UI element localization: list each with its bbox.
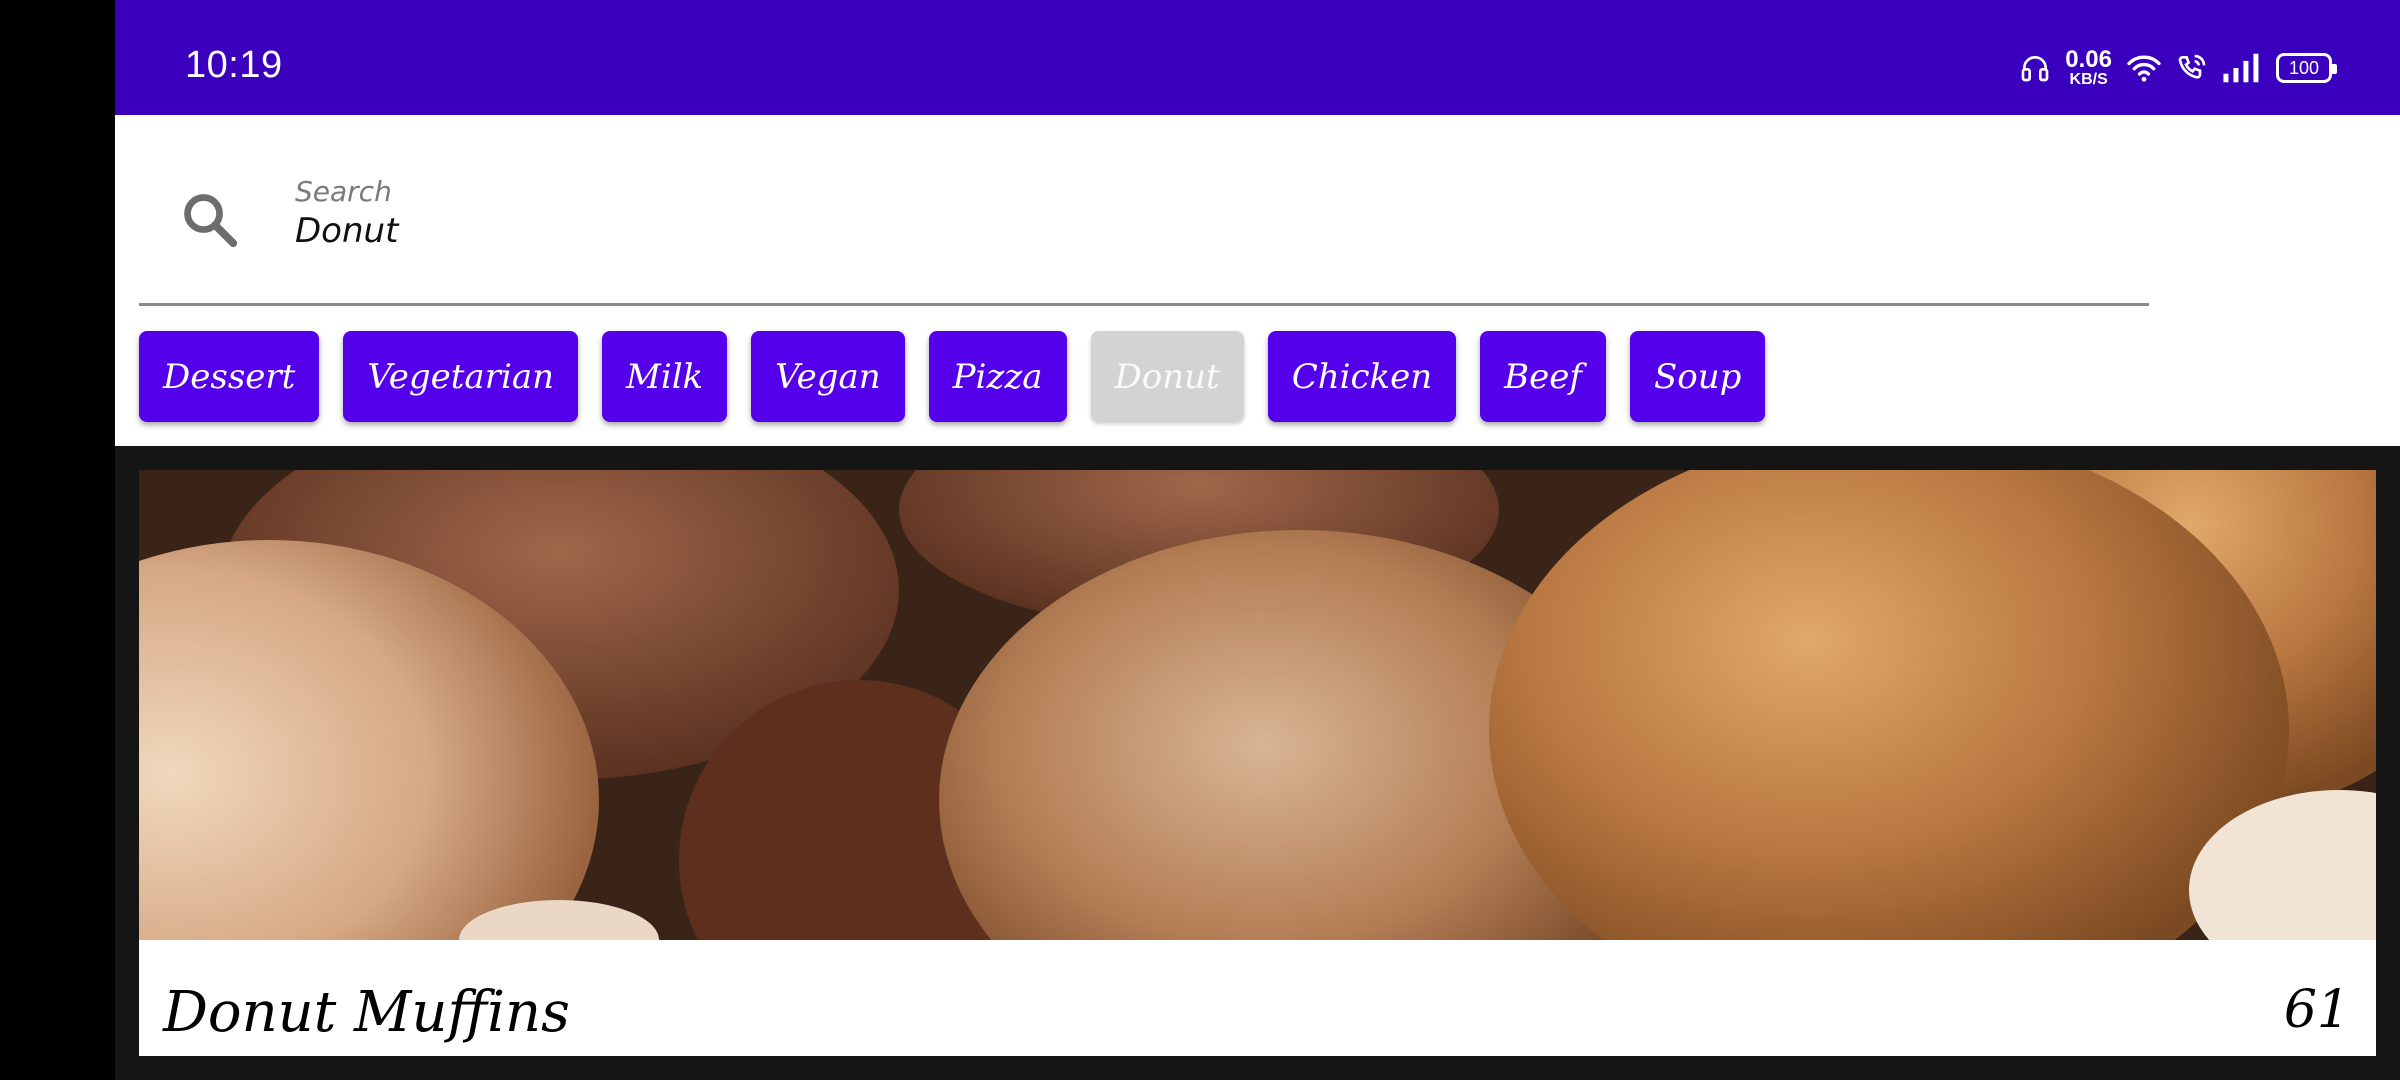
chip-milk[interactable]: Milk (602, 331, 728, 422)
recipe-title: Donut Muffins (163, 980, 570, 1045)
search-panel: Search Donut Dessert Vegetarian Milk Veg… (115, 115, 2400, 446)
battery-icon: 100 (2276, 53, 2337, 83)
chip-dessert[interactable]: Dessert (139, 331, 320, 422)
search-input[interactable]: Donut (295, 211, 398, 251)
wifi-calling-icon (2178, 54, 2206, 79)
chip-chicken[interactable]: Chicken (1267, 331, 1457, 422)
network-speed-unit: KB/S (2069, 71, 2108, 88)
search-label: Search (295, 175, 392, 208)
wifi-icon (2127, 55, 2161, 82)
recipe-card[interactable]: Donut Muffins 61 (139, 470, 2376, 1056)
search-icon[interactable] (179, 189, 241, 251)
recipe-count: 61 (2283, 980, 2350, 1040)
chip-pizza[interactable]: Pizza (928, 331, 1067, 422)
app-screen: 10:19 0.06 KB/S 100 Search Donut Dessert… (115, 0, 2400, 1080)
chip-vegetarian[interactable]: Vegetarian (343, 331, 578, 422)
status-bar: 10:19 0.06 KB/S 100 (115, 0, 2400, 115)
battery-level: 100 (2288, 57, 2320, 78)
network-speed-value: 0.06 (2065, 46, 2112, 73)
left-black-bar (0, 0, 115, 1080)
chip-beef[interactable]: Beef (1480, 331, 1606, 422)
chip-vegan[interactable]: Vegan (751, 331, 905, 422)
headphones-icon (2021, 56, 2049, 82)
network-speed: 0.06 KB/S (2065, 48, 2112, 88)
status-icons: 0.06 KB/S 100 (2019, 44, 2337, 92)
category-chips: Dessert Vegetarian Milk Vegan Pizza Donu… (139, 331, 1766, 422)
chip-donut[interactable]: Donut (1090, 331, 1244, 422)
chip-soup[interactable]: Soup (1629, 331, 1766, 422)
recipe-image (139, 470, 2376, 940)
search-underline (139, 303, 2149, 306)
status-time: 10:19 (185, 44, 283, 86)
signal-icon (2223, 53, 2259, 83)
